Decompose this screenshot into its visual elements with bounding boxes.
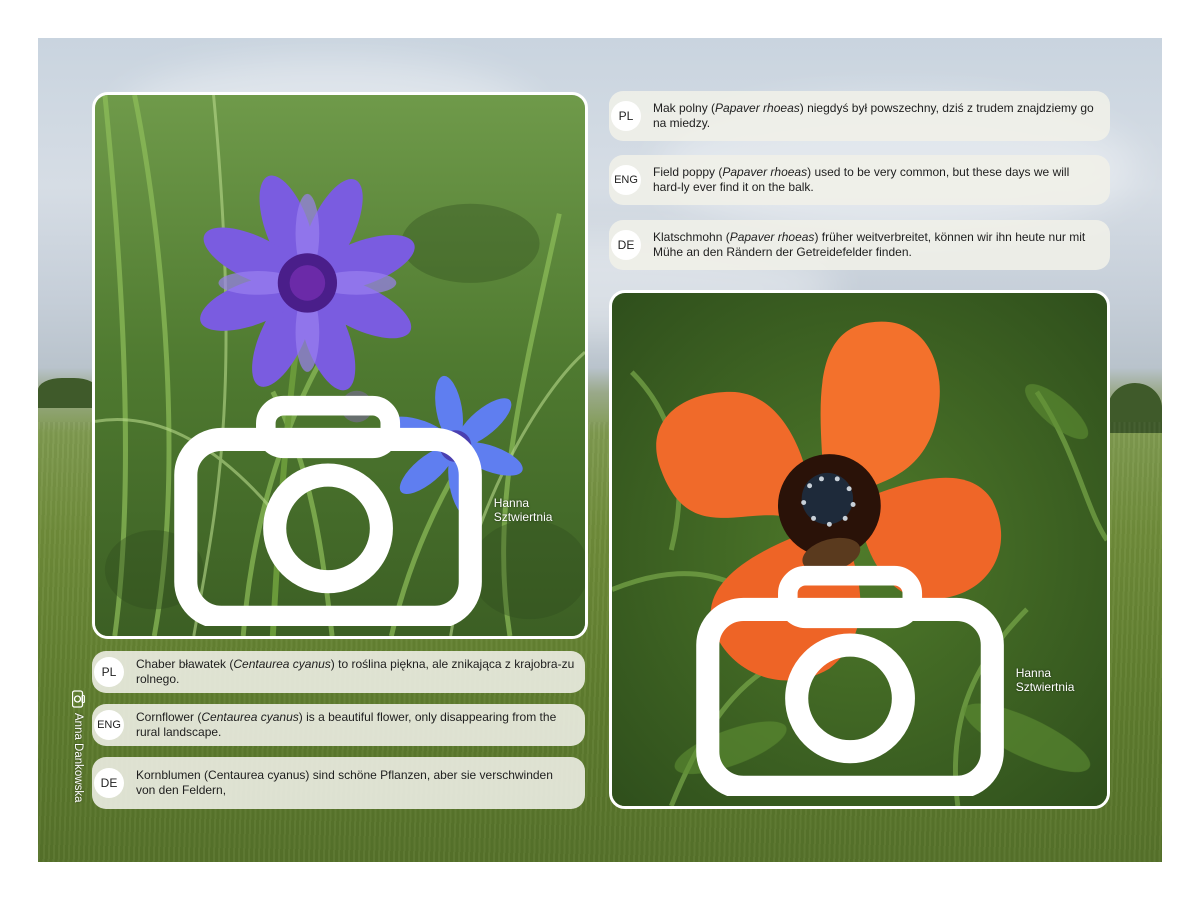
- photo-credit-name: Hanna Sztwiertnia: [1015, 666, 1075, 695]
- poppy-photo: Hanna Sztwiertnia: [609, 290, 1110, 809]
- language-badge: DE: [611, 230, 641, 260]
- language-badge: PL: [94, 657, 124, 687]
- caption-text: Kornblumen (Centaurea cyanus) sind schön…: [136, 768, 553, 797]
- poppy-caption-eng: ENG Field poppy (Papaver rhoeas) used to…: [609, 155, 1110, 205]
- background-photo-credit-name: Anna Dankowska: [72, 713, 85, 803]
- cornflower-caption-eng: ENG Cornflower (Centaurea cyanus) is a b…: [92, 704, 585, 746]
- caption-text: Field poppy (Papaver rhoeas) used to be …: [653, 165, 1070, 194]
- photo-credit: Hanna Sztwiertnia: [168, 395, 571, 626]
- background-photo-credit: Anna Dankowska: [72, 690, 85, 803]
- caption-text: Cornflower (Centaurea cyanus) is a beaut…: [136, 710, 557, 739]
- language-badge: PL: [611, 101, 641, 131]
- caption-text: Mak polny (Papaver rhoeas) niegdyś był p…: [653, 101, 1094, 130]
- language-badge: DE: [94, 768, 124, 798]
- poppy-caption-de: DE Klatschmohn (Papaver rhoeas) früher w…: [609, 220, 1110, 270]
- photo-credit-name: Hanna Sztwiertnia: [493, 496, 553, 525]
- language-badge: ENG: [94, 710, 124, 740]
- camera-icon: [72, 690, 85, 708]
- photo-credit: Hanna Sztwiertnia: [690, 565, 1093, 796]
- caption-text: Klatschmohn (Papaver rhoeas) früher weit…: [653, 230, 1086, 259]
- camera-icon: [695, 565, 1004, 796]
- poppy-caption-pl: PL Mak polny (Papaver rhoeas) niegdyś by…: [609, 91, 1110, 141]
- cornflower-caption-de: DE Kornblumen (Centaurea cyanus) sind sc…: [92, 757, 585, 809]
- caption-text: Chaber bławatek (Centaurea cyanus) to ro…: [136, 657, 575, 686]
- language-badge: ENG: [611, 165, 641, 195]
- cornflower-caption-pl: PL Chaber bławatek (Centaurea cyanus) to…: [92, 651, 585, 693]
- camera-icon: [173, 395, 482, 626]
- cornflower-photo: Hanna Sztwiertnia: [92, 92, 588, 639]
